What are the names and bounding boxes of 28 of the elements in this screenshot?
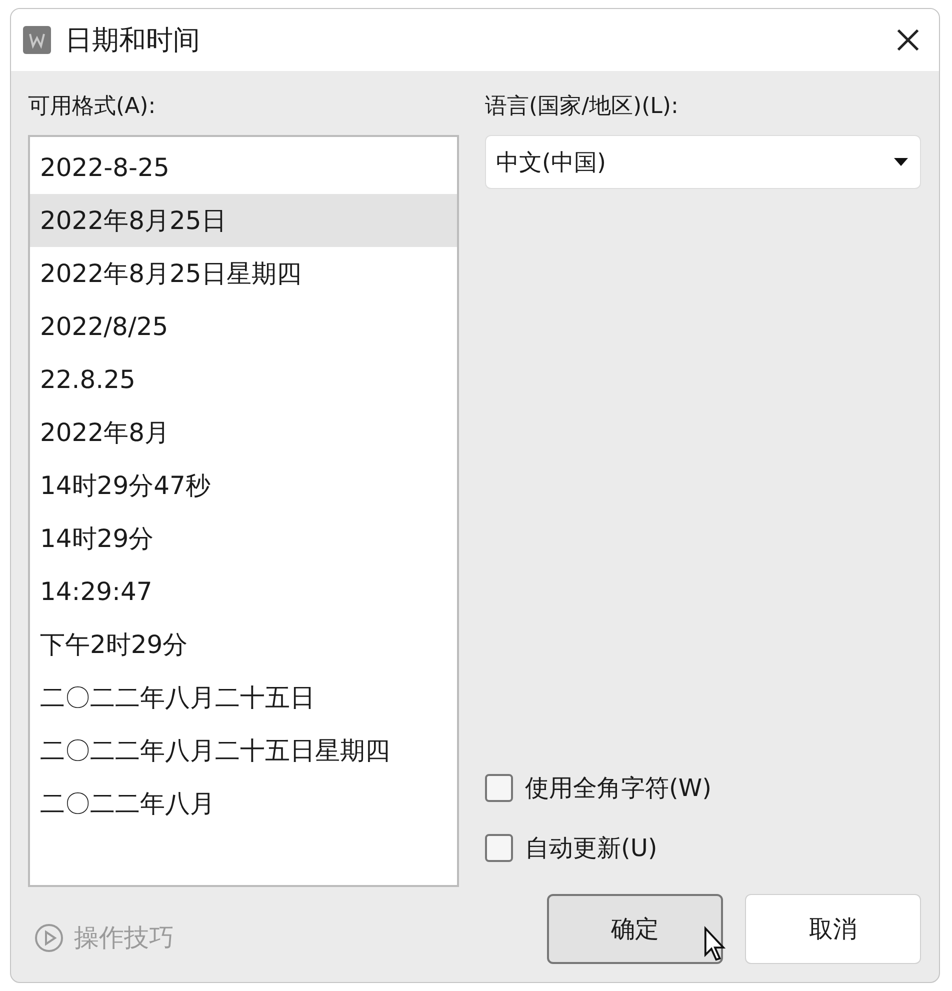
play-icon (34, 922, 64, 952)
formats-label: 可用格式(A): (28, 93, 157, 121)
format-item[interactable]: 二〇二二年八月二十五日 (30, 671, 457, 724)
cursor-icon (703, 926, 727, 962)
window-title: 日期和时间 (65, 24, 201, 58)
ok-button[interactable]: 确定 (547, 894, 723, 964)
language-label: 语言(国家/地区)(L): (485, 93, 680, 121)
cancel-button[interactable]: 取消 (745, 894, 921, 964)
format-item[interactable]: 2022年8月25日 (30, 194, 457, 247)
format-item[interactable]: 14:29:47 (30, 565, 457, 618)
format-item[interactable]: 2022年8月 (30, 406, 457, 459)
language-dropdown[interactable]: 中文(中国) (485, 135, 921, 189)
format-item[interactable]: 2022年8月25日星期四 (30, 247, 457, 300)
checkbox-label: 自动更新(U) (525, 833, 658, 864)
format-item[interactable]: 二〇二二年八月二十五日星期四 (30, 724, 457, 777)
close-icon[interactable] (895, 27, 921, 53)
checkbox[interactable] (485, 774, 513, 802)
app-icon (23, 26, 51, 54)
format-item[interactable]: 2022/8/25 (30, 300, 457, 353)
format-item[interactable]: 下午2时29分 (30, 618, 457, 671)
format-item[interactable]: 2022-8-25 (30, 141, 457, 194)
checkbox[interactable] (485, 834, 513, 862)
checkbox-label: 使用全角字符(W) (525, 773, 712, 804)
format-item[interactable]: 二〇二二年八月 (30, 777, 457, 830)
format-item[interactable]: 22.8.25 (30, 353, 457, 406)
format-item[interactable]: 14时29分 (30, 512, 457, 565)
dropdown-caret-icon (894, 158, 908, 166)
format-item[interactable]: 14时29分47秒 (30, 459, 457, 512)
